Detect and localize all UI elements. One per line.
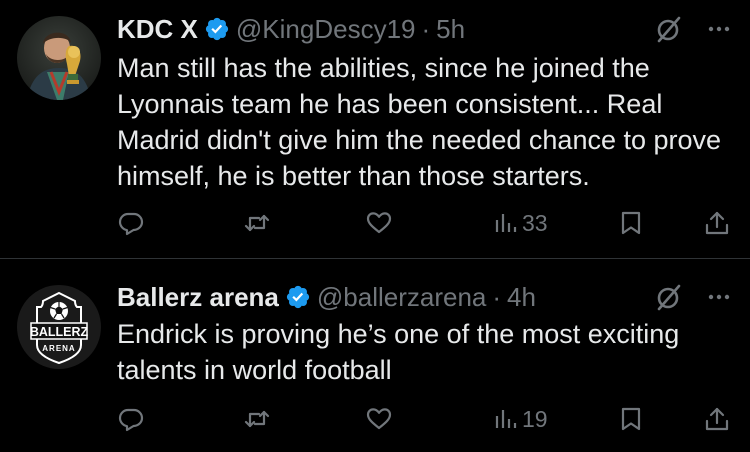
share-button[interactable] [704, 404, 730, 434]
share-icon [705, 211, 729, 235]
bookmark-button[interactable] [618, 208, 644, 238]
action-bar: 33 [0, 208, 750, 238]
views-button[interactable]: 19 [492, 404, 548, 434]
tweet[interactable]: KDC X @KingDescy19 · 5h Man still has th… [0, 0, 750, 258]
bookmark-icon [621, 407, 641, 431]
retweet-icon [244, 410, 270, 428]
reply-button[interactable] [118, 404, 144, 434]
avatar[interactable]: BALLERZ ARENA [17, 285, 101, 369]
grok-icon[interactable] [654, 14, 684, 44]
avatar[interactable] [17, 16, 101, 100]
avatar-photo-icon [17, 16, 101, 100]
action-bar: 19 [0, 404, 750, 434]
display-name[interactable]: Ballerz arena [117, 282, 279, 313]
more-dots-icon[interactable] [706, 16, 732, 42]
divider [0, 258, 750, 259]
reply-button[interactable] [118, 208, 144, 238]
display-name[interactable]: KDC X [117, 14, 198, 45]
views-count: 19 [522, 405, 548, 432]
reply-icon [118, 408, 144, 432]
grok-icon[interactable] [654, 282, 684, 312]
retweet-icon [244, 214, 270, 232]
tweet-text: Endrick is proving he’s one of the most … [117, 319, 680, 385]
share-icon [705, 407, 729, 431]
views-button[interactable]: 33 [492, 208, 548, 238]
handle[interactable]: @ballerzarena [317, 282, 486, 313]
handle[interactable]: @KingDescy19 [236, 14, 416, 45]
logo-text-bottom: ARENA [42, 344, 75, 353]
tweet-header: KDC X @KingDescy19 · 5h [117, 12, 732, 46]
bookmark-icon [621, 211, 641, 235]
heart-icon [366, 408, 392, 430]
ballerz-logo-icon: BALLERZ ARENA [17, 285, 101, 369]
views-chart-icon [495, 214, 517, 232]
retweet-button[interactable] [244, 208, 270, 238]
bookmark-button[interactable] [618, 404, 644, 434]
logo-text-top: BALLERZ [30, 325, 89, 339]
verified-badge-icon [286, 285, 309, 309]
more-dots-icon[interactable] [706, 284, 732, 310]
tweet-header: Ballerz arena @ballerzarena · 4h [117, 280, 732, 314]
timestamp[interactable]: 4h [507, 282, 536, 313]
like-button[interactable] [366, 404, 392, 434]
separator-dot: · [421, 13, 431, 44]
tweet[interactable]: BALLERZ ARENA Ballerz arena @ballerzaren… [0, 260, 750, 452]
retweet-button[interactable] [244, 404, 270, 434]
tweet-text: Man still has the abilities, since he jo… [117, 53, 722, 191]
reply-icon [118, 212, 144, 236]
separator-dot: · [492, 281, 502, 312]
verified-badge-icon [205, 17, 229, 41]
views-count: 33 [522, 209, 548, 236]
timestamp[interactable]: 5h [436, 14, 465, 45]
views-chart-icon [495, 410, 517, 428]
like-button[interactable] [366, 208, 392, 238]
share-button[interactable] [704, 208, 730, 238]
heart-icon [366, 212, 392, 234]
